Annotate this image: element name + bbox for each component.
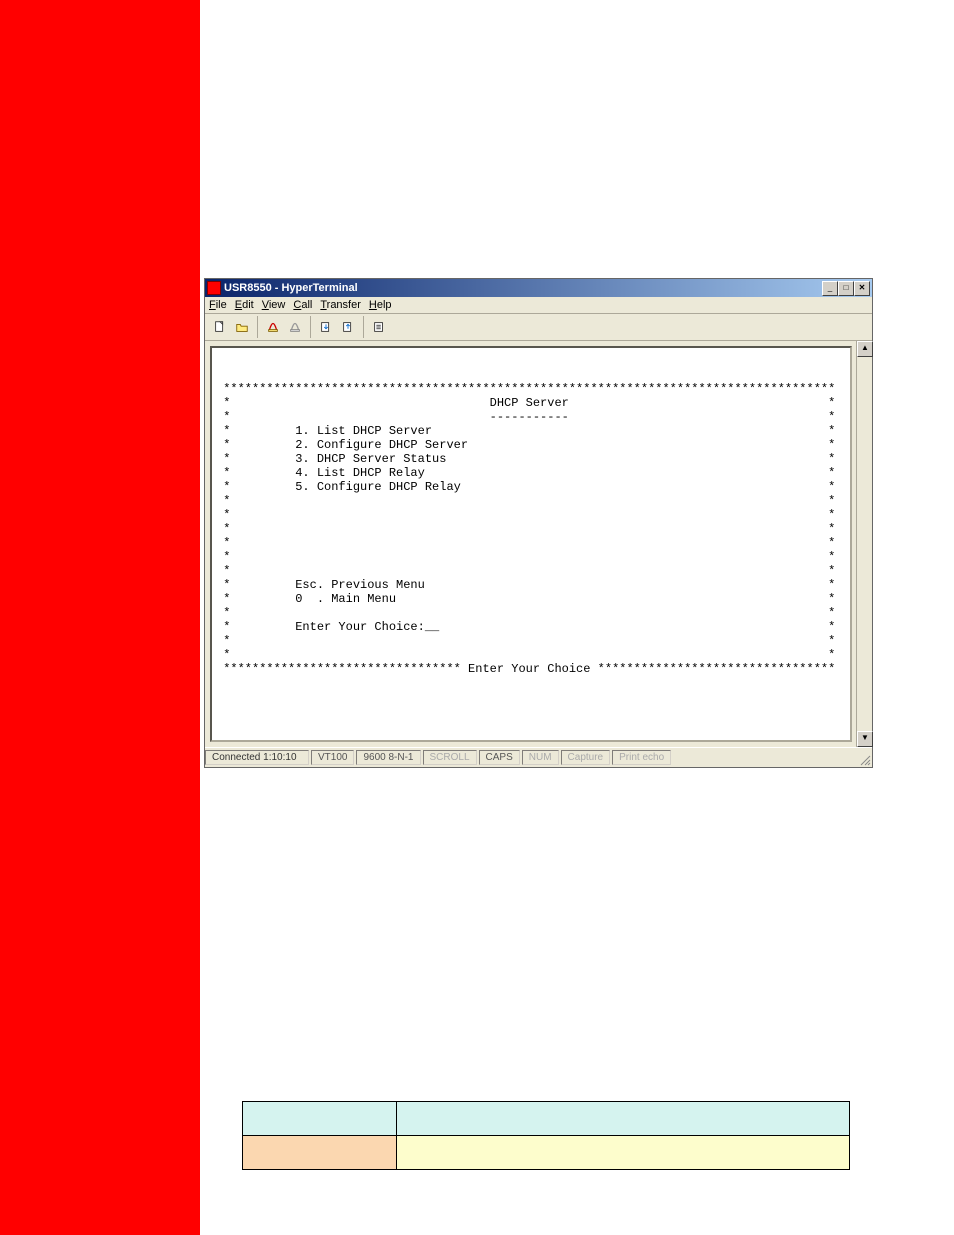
properties-icon[interactable] [368,316,390,338]
toolbar [205,314,872,341]
new-icon[interactable] [209,316,231,338]
connect-icon[interactable] [262,316,284,338]
status-capture: Capture [561,750,611,765]
table-row [243,1102,850,1136]
hyperterminal-window: USR8550 - HyperTerminal _ □ ✕ File Edit … [204,278,873,768]
status-scroll: SCROLL [423,750,477,765]
menu-view[interactable]: View [262,299,286,311]
statusbar: Connected 1:10:10 VT100 9600 8-N-1 SCROL… [205,747,872,767]
menubar: File Edit View Call Transfer Help [205,297,872,314]
table-cell [243,1102,397,1136]
status-printecho: Print echo [612,750,671,765]
table-cell [243,1136,397,1170]
scrollbar[interactable]: ▲ ▼ [856,341,872,747]
terminal-viewport[interactable]: ****************************************… [210,346,852,742]
scroll-down-button[interactable]: ▼ [857,731,873,747]
open-icon[interactable] [231,316,253,338]
menu-edit[interactable]: Edit [235,299,254,311]
status-settings: 9600 8-N-1 [356,750,420,765]
scroll-up-button[interactable]: ▲ [857,341,873,357]
status-num: NUM [522,750,559,765]
terminal-text: ****************************************… [216,354,846,676]
table-row [243,1136,850,1170]
app-icon [207,281,221,295]
receive-icon[interactable] [337,316,359,338]
disconnect-icon[interactable] [284,316,306,338]
close-button[interactable]: ✕ [854,281,870,296]
terminal-frame: ▲ ▼ ************************************… [205,341,872,747]
window-titlebar[interactable]: USR8550 - HyperTerminal _ □ ✕ [205,279,872,297]
status-connected: Connected 1:10:10 [205,750,309,765]
sidebar-red [0,0,200,1235]
resize-grip-icon[interactable] [859,754,871,766]
window-controls: _ □ ✕ [822,281,870,296]
status-emulation: VT100 [311,750,354,765]
menu-file[interactable]: File [209,299,227,311]
window-title: USR8550 - HyperTerminal [224,282,358,294]
menu-call[interactable]: Call [293,299,312,311]
content-area: USR8550 - HyperTerminal _ □ ✕ File Edit … [200,0,954,1235]
menu-help[interactable]: Help [369,299,392,311]
status-caps: CAPS [479,750,520,765]
table-cell [397,1102,850,1136]
color-table [242,1101,850,1170]
maximize-button[interactable]: □ [838,281,854,296]
minimize-button[interactable]: _ [822,281,838,296]
send-icon[interactable] [315,316,337,338]
table-cell [397,1136,850,1170]
menu-transfer[interactable]: Transfer [320,299,361,311]
